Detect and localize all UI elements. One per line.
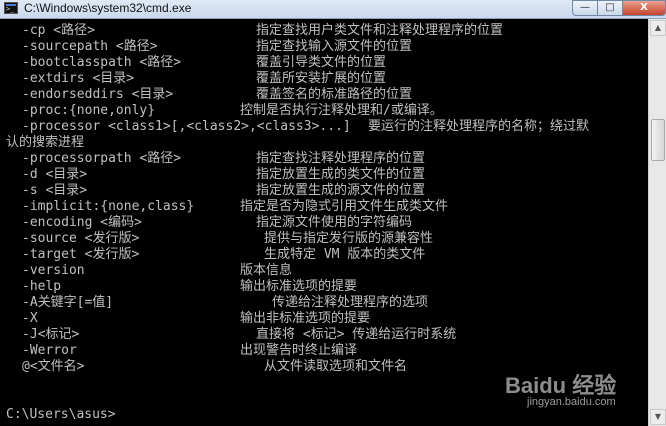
option-x: -X (22, 311, 38, 326)
option-source-desc: 提供与指定发行版的源兼容性 (264, 231, 434, 246)
scroll-thumb[interactable] (651, 119, 665, 161)
cmd-app-icon[interactable] (4, 2, 18, 14)
option-help-desc: 输出标准选项的提要 (240, 279, 358, 294)
option-processorpath: -processorpath <路径> (22, 151, 182, 166)
option-processor-desc-wrap: 认的搜索进程 (6, 135, 85, 150)
option-version-desc: 版本信息 (240, 263, 293, 278)
scroll-up-icon[interactable]: ▲ (650, 20, 666, 36)
option-endorseddirs: -endorseddirs <目录> (22, 87, 174, 102)
console-output[interactable]: -cp <路径> 指定查找用户类文件和注释处理程序的位置 -sourcepath… (0, 19, 648, 426)
option-encoding: -encoding <编码> (22, 215, 142, 230)
option-d-desc: 指定放置生成的类文件的位置 (256, 167, 426, 182)
option-processor: -processor <class1>[,<class2>,<class3>..… (22, 119, 351, 134)
option-target: -target <发行版> (22, 247, 140, 262)
option-bootclasspath-desc: 覆盖引导类文件的位置 (256, 55, 387, 70)
title-bar[interactable]: C:\Windows\system32\cmd.exe — □ X (0, 0, 666, 19)
option-sourcepath: -sourcepath <路径> (22, 39, 158, 54)
option-proc: -proc:{none,only} (22, 103, 156, 118)
maximize-button[interactable]: □ (597, 0, 623, 16)
option-cp: -cp <路径> (22, 23, 95, 38)
option-extdirs: -extdirs <目录> (22, 71, 135, 86)
option-extdirs-desc: 覆盖所安装扩展的位置 (256, 71, 387, 86)
scroll-down-icon[interactable]: ▼ (650, 409, 666, 425)
option-sourcepath-desc: 指定查找输入源文件的位置 (256, 39, 413, 54)
option-proc-desc: 控制是否执行注释处理和/或编译。 (240, 103, 443, 118)
option-a-desc: 传递给注释处理程序的选项 (272, 295, 429, 310)
option-s-desc: 指定放置生成的源文件的位置 (256, 183, 426, 198)
option-source: -source <发行版> (22, 231, 140, 246)
option-a: -A关键字[=值] (22, 295, 114, 310)
window-title: C:\Windows\system32\cmd.exe (24, 1, 192, 15)
vertical-scrollbar[interactable]: ▲ ▼ (648, 19, 666, 426)
option-help: -help (22, 279, 62, 294)
option-d: -d <目录> (22, 167, 88, 182)
option-cp-desc: 指定查找用户类文件和注释处理程序的位置 (256, 23, 504, 38)
option-x-desc: 输出非标准选项的提要 (240, 311, 371, 326)
option-at-file-desc: 从文件读取选项和文件名 (264, 359, 408, 374)
option-implicit: -implicit:{none,class} (22, 199, 195, 214)
close-button[interactable]: X (622, 0, 666, 16)
option-endorseddirs-desc: 覆盖签名的标准路径的位置 (256, 87, 413, 102)
cmd-window: C:\Windows\system32\cmd.exe — □ X -cp <路… (0, 0, 666, 426)
option-version: -version (22, 263, 85, 278)
option-target-desc: 生成特定 VM 版本的类文件 (264, 247, 426, 262)
option-j: -J<标记> (22, 327, 80, 342)
option-werror-desc: 出现警告时终止编译 (240, 343, 358, 358)
option-j-desc: 直接将 <标记> 传递给运行时系统 (256, 327, 457, 342)
option-encoding-desc: 指定源文件使用的字符编码 (256, 215, 413, 230)
option-s: -s <目录> (22, 183, 88, 198)
command-prompt[interactable]: C:\Users\asus> (6, 407, 116, 423)
minimize-button[interactable]: — (572, 0, 598, 16)
option-processorpath-desc: 指定查找注释处理程序的位置 (256, 151, 426, 166)
option-at-file: @<文件名> (22, 359, 85, 374)
option-werror: -Werror (22, 343, 77, 358)
option-bootclasspath: -bootclasspath <路径> (22, 55, 182, 70)
option-processor-desc: 要运行的注释处理程序的名称；绕过默 (368, 119, 590, 134)
option-implicit-desc: 指定是否为隐式引用文件生成类文件 (240, 199, 449, 214)
